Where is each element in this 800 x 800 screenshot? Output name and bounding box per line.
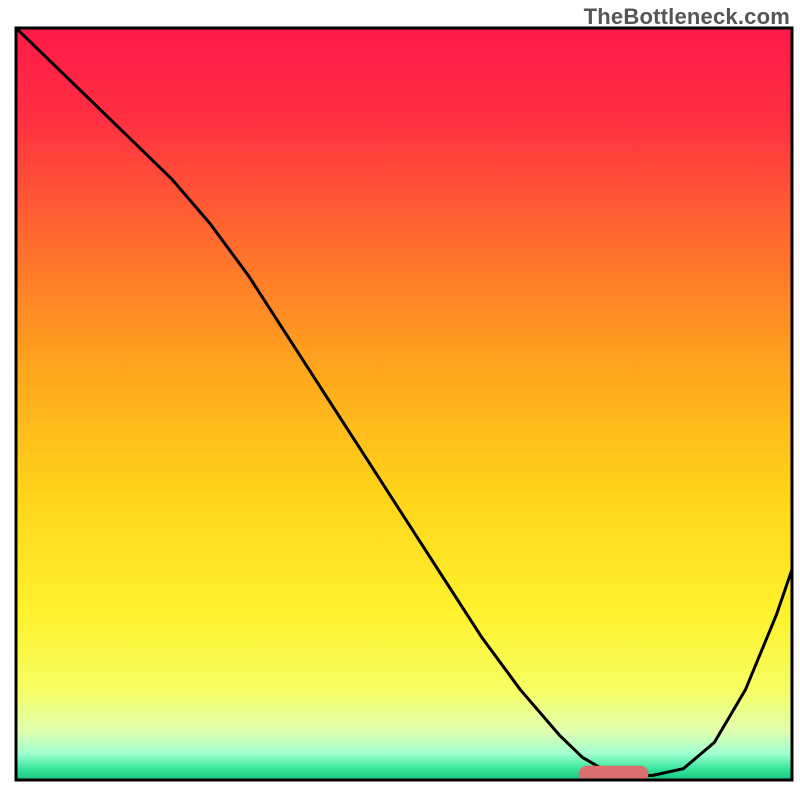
chart-container: TheBottleneck.com bbox=[0, 0, 800, 800]
bottleneck-chart bbox=[0, 0, 800, 800]
watermark-text: TheBottleneck.com bbox=[584, 4, 790, 30]
